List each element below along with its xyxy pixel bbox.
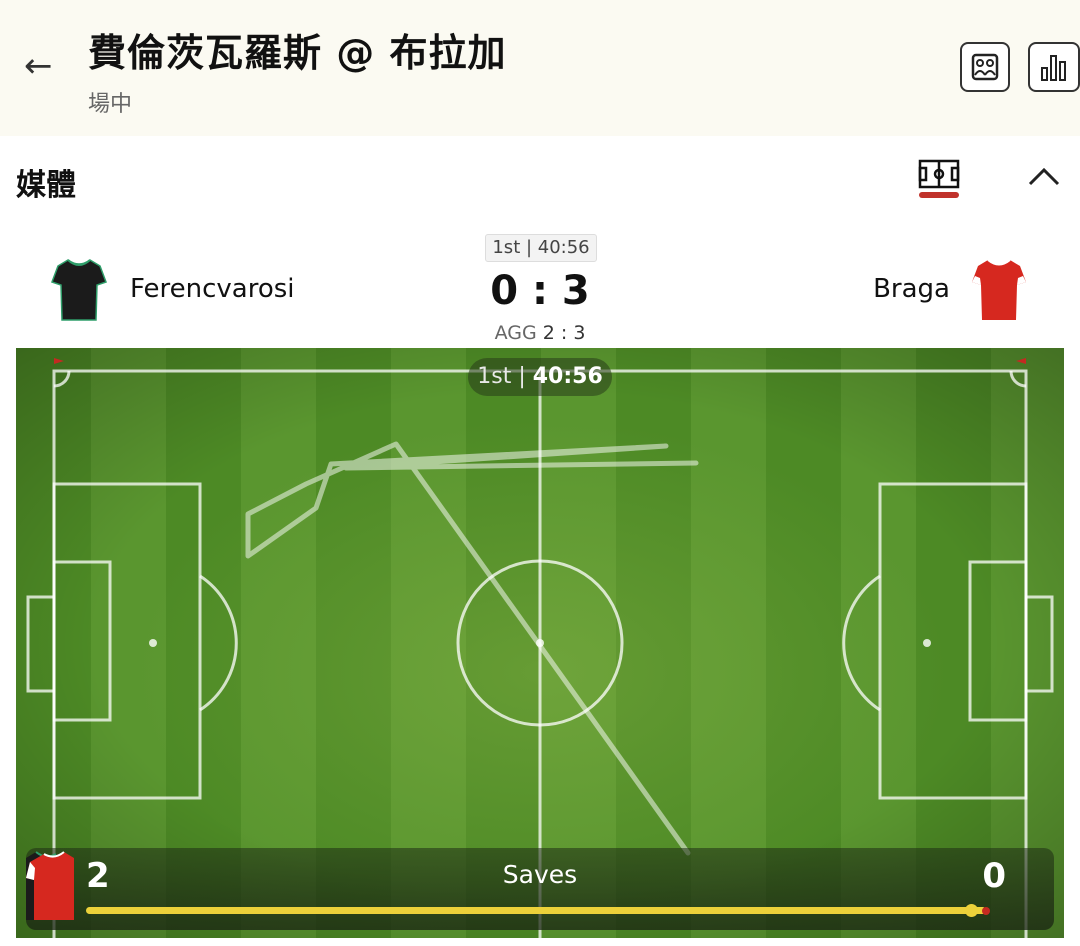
aggregate-value: 2 : 3 xyxy=(542,322,586,344)
away-jersey-icon xyxy=(972,259,1026,320)
match-status: 場中 xyxy=(88,92,133,117)
period-clock: 1st | 40:56 xyxy=(485,234,597,262)
left-penalty-spot xyxy=(149,639,157,647)
home-jersey-icon xyxy=(51,259,107,321)
stat-track xyxy=(86,907,986,914)
back-arrow-icon[interactable]: ← xyxy=(24,44,64,88)
chevron-up-icon xyxy=(1028,167,1060,186)
right-penalty-spot xyxy=(923,639,931,647)
media-title: 媒體 xyxy=(16,168,76,203)
home-team-name: Ferencvarosi xyxy=(130,274,295,304)
lineup-icon xyxy=(971,53,999,81)
away-jersey-small-icon xyxy=(26,851,74,920)
pitch-view-toggle[interactable] xyxy=(916,158,962,198)
away-team-name: Braga xyxy=(873,274,950,304)
corner-flag-left xyxy=(54,358,64,371)
pitch-icon xyxy=(918,159,960,189)
match-score: 0 : 3 xyxy=(490,268,590,314)
pitch-clock: 1st | 40:56 xyxy=(468,358,612,396)
collapse-button[interactable] xyxy=(1024,158,1064,194)
active-tab-underline xyxy=(919,192,959,198)
home-stat-fill xyxy=(86,907,986,914)
away-stat-value: 0 xyxy=(982,856,1006,896)
pitch-time: 40:56 xyxy=(532,364,603,389)
stat-marker-home xyxy=(965,904,978,917)
stats-bars-icon xyxy=(1041,55,1066,81)
stat-bar: 2 Saves 0 xyxy=(26,848,1054,930)
ball-trail xyxy=(245,441,699,856)
stats-button[interactable] xyxy=(1028,42,1080,92)
stat-marker-away xyxy=(982,907,990,915)
stat-label: Saves xyxy=(502,860,578,889)
match-title: 費倫茨瓦羅斯 @ 布拉加 xyxy=(88,31,507,75)
aggregate-label: AGG xyxy=(494,322,537,344)
corner-flag-right xyxy=(1016,358,1026,371)
scoreboard: 1st | 40:56 Ferencvarosi 0 : 3 AGG 2 : 3… xyxy=(0,218,1080,348)
match-header: ← 費倫茨瓦羅斯 @ 布拉加 場中 xyxy=(0,0,1080,136)
pitch-period: 1st xyxy=(477,364,512,389)
lineup-button[interactable] xyxy=(960,42,1010,92)
home-stat-value: 2 xyxy=(86,856,110,896)
aggregate-score: AGG 2 : 3 xyxy=(440,322,640,344)
media-section-header: 媒體 xyxy=(0,136,1080,219)
live-pitch: 1st | 40:56 2 Saves 0 xyxy=(16,348,1064,938)
